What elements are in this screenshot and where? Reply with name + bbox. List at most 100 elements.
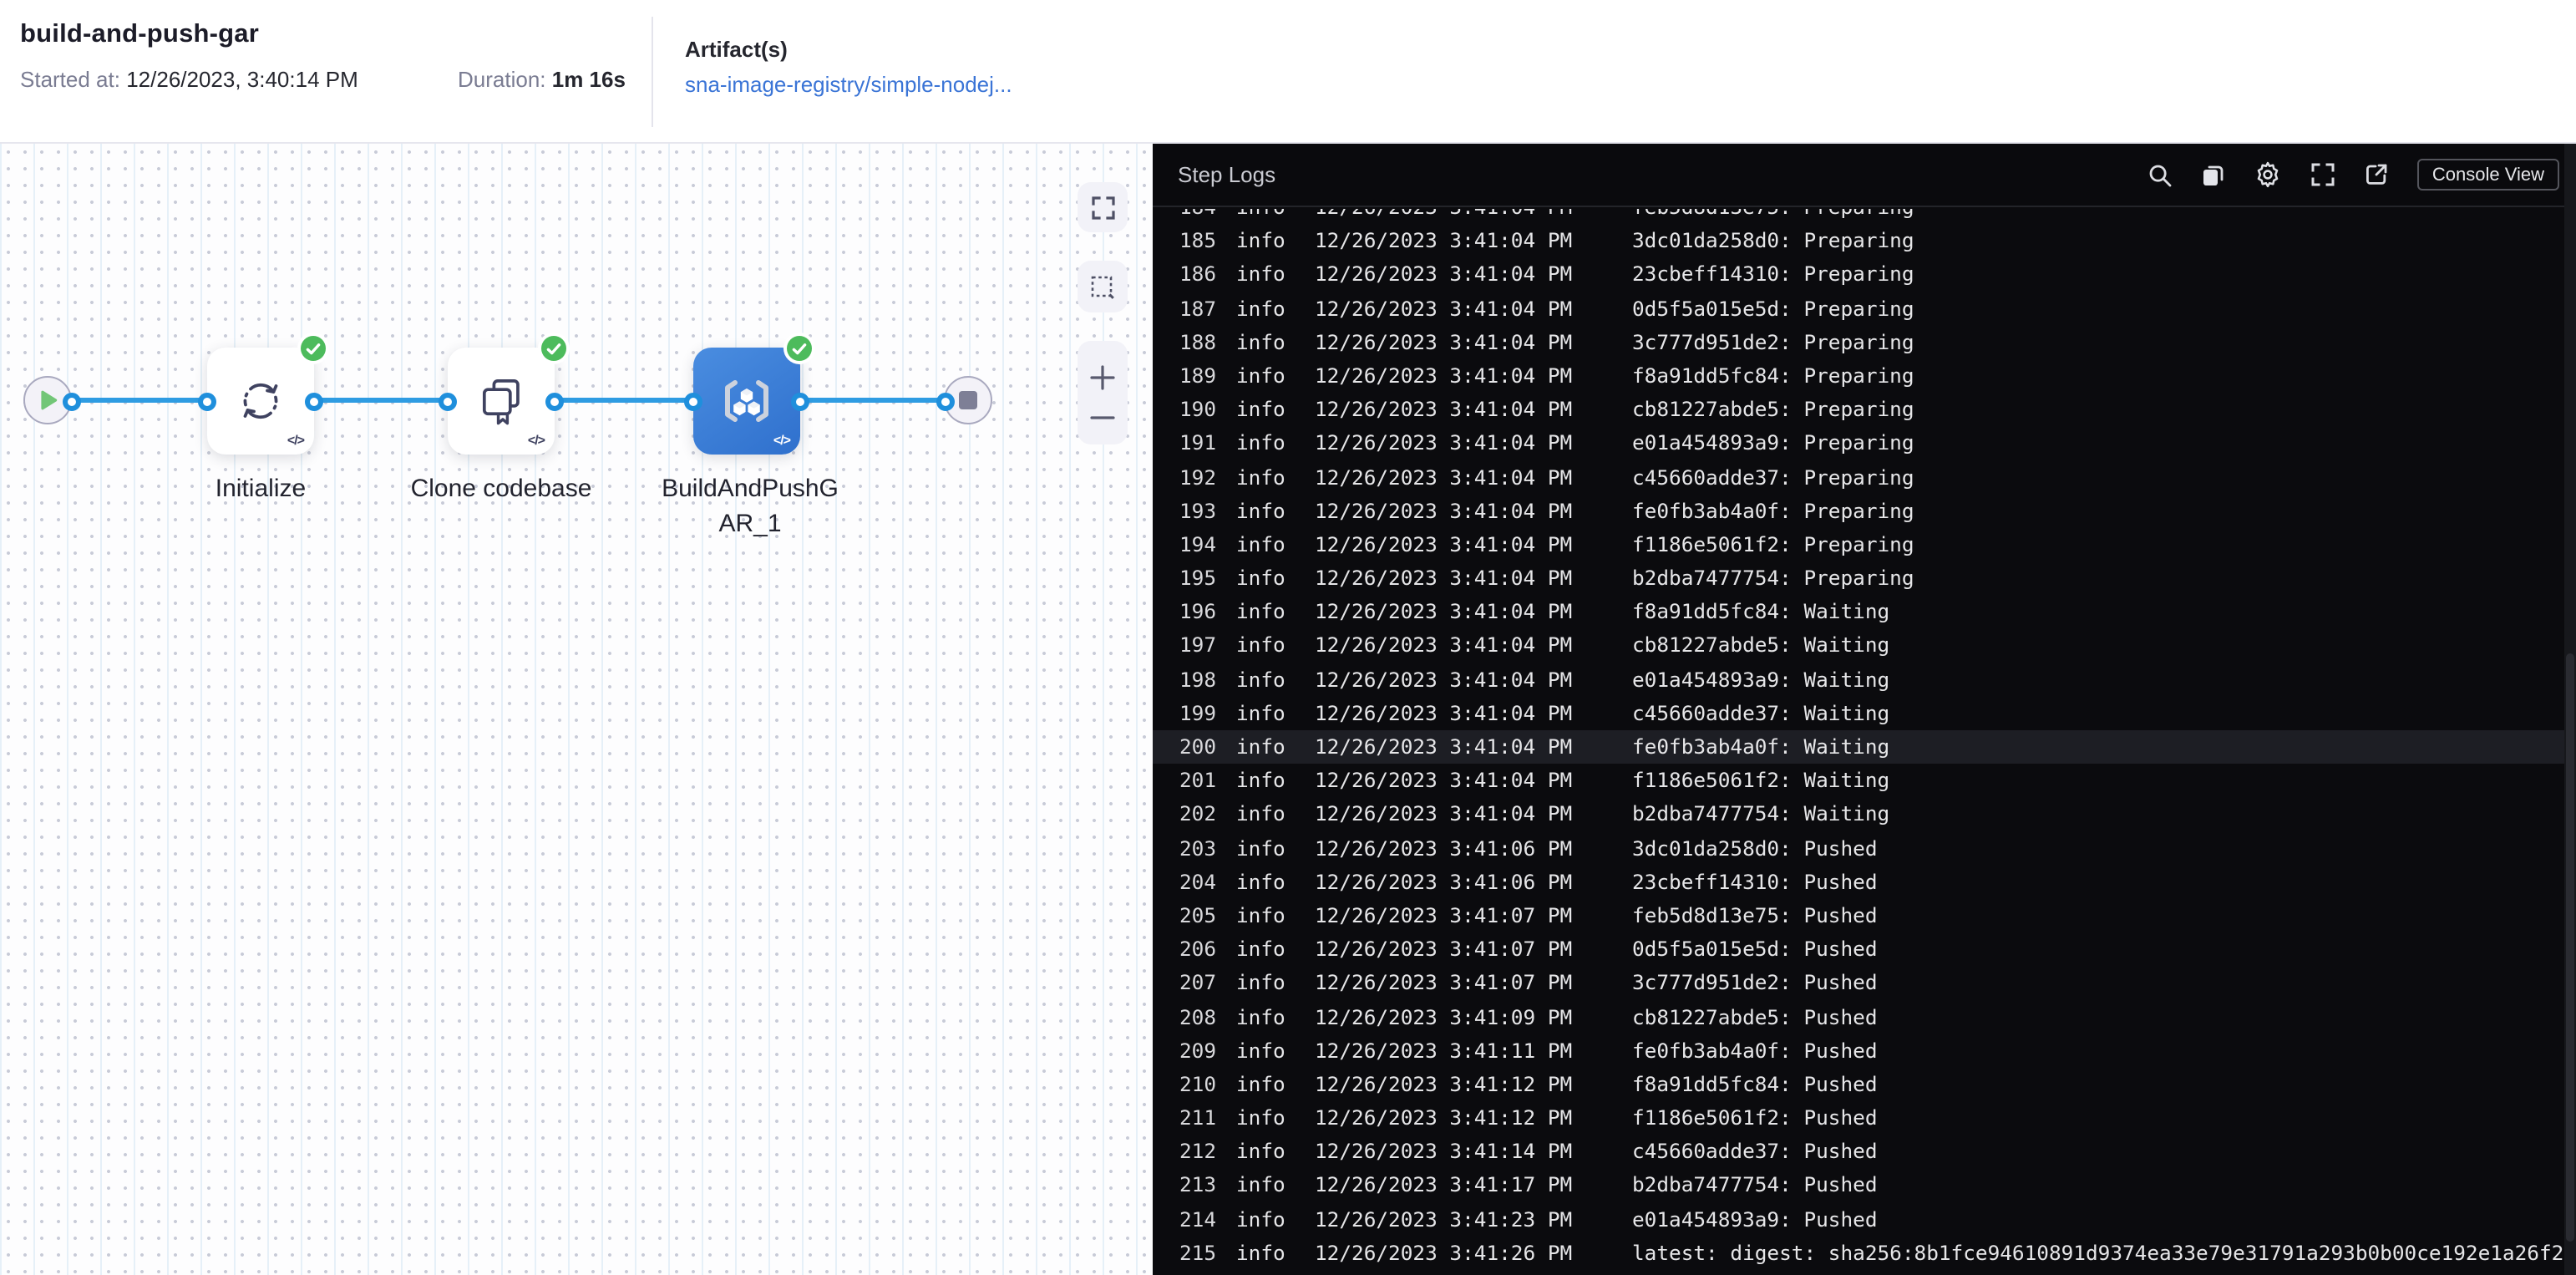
log-timestamp: 12/26/2023 3:41:04 PM: [1315, 532, 1573, 556]
log-row[interactable]: 196 info 12/26/2023 3:41:04 PM f8a91dd5fc84…: [1153, 596, 2576, 629]
log-row[interactable]: 215 info 12/26/2023 3:41:26 PM latest: dige…: [1153, 1237, 2576, 1270]
log-row[interactable]: 199 info 12/26/2023 3:41:04 PM c45660adde37…: [1153, 697, 2576, 730]
canvas-fullscreen-button[interactable]: [1078, 182, 1128, 232]
log-timestamp: 12/26/2023 3:41:04 PM: [1315, 330, 1573, 354]
code-step-icon: </>: [773, 433, 791, 448]
started-at-value: 12/26/2023, 3:40:14 PM: [126, 67, 358, 92]
step-label-build-and-push-gar: BuildAndPushGAR_1: [662, 475, 839, 538]
log-line-number: 187: [1179, 297, 1217, 321]
log-row[interactable]: 206 info 12/26/2023 3:41:07 PM 0d5f5a015e5d…: [1153, 932, 2576, 966]
log-level: info: [1236, 297, 1285, 321]
pipeline-canvas[interactable]: </> Initialize </> Clone codebase </> Bu…: [0, 144, 1153, 1275]
log-row[interactable]: 202 info 12/26/2023 3:41:04 PM b2dba7477754…: [1153, 798, 2576, 831]
log-row[interactable]: 184info12/26/2023 3:41:04 PMfeb5d8d13e75…: [1153, 209, 2576, 224]
log-timestamp: 12/26/2023 3:41:04 PM: [1315, 229, 1573, 253]
log-row[interactable]: 208 info 12/26/2023 3:41:09 PM cb81227abde5…: [1153, 1000, 2576, 1034]
log-message: e01a454893a9: Preparing: [1632, 431, 1914, 455]
header-divider: [652, 17, 653, 127]
log-row[interactable]: 193 info 12/26/2023 3:41:04 PM fe0fb3ab4a0f…: [1153, 494, 2576, 527]
log-line-number: 205: [1179, 903, 1217, 927]
step-node-build-and-push-gar[interactable]: </>: [693, 336, 812, 455]
log-timestamp: 12/26/2023 3:41:04 PM: [1315, 431, 1573, 455]
log-line-number: 204: [1179, 870, 1217, 894]
open-in-new-icon[interactable]: [2364, 162, 2389, 187]
artifact-link[interactable]: sna-image-registry/simple-nodej...: [685, 72, 1012, 97]
log-scroll-area[interactable]: 184info12/26/2023 3:41:04 PMfeb5d8d13e75…: [1153, 209, 2576, 1275]
canvas-marquee-select-button[interactable]: [1078, 261, 1128, 312]
log-row[interactable]: 204 info 12/26/2023 3:41:06 PM 23cbeff14310…: [1153, 866, 2576, 899]
log-level: info: [1236, 1140, 1285, 1164]
log-timestamp: 12/26/2023 3:41:04 PM: [1315, 398, 1573, 422]
log-row[interactable]: 194 info 12/26/2023 3:41:04 PM f1186e5061f2…: [1153, 528, 2576, 561]
log-row[interactable]: 201 info 12/26/2023 3:41:04 PM f1186e5061f2…: [1153, 764, 2576, 797]
settings-icon[interactable]: [2254, 160, 2282, 189]
log-timestamp: 12/26/2023 3:41:12 PM: [1315, 1072, 1573, 1096]
log-row[interactable]: 195 info 12/26/2023 3:41:04 PM b2dba7477754…: [1153, 561, 2576, 595]
log-row[interactable]: 188 info 12/26/2023 3:41:04 PM 3c777d951de2…: [1153, 326, 2576, 359]
log-line-number: 185: [1179, 229, 1217, 253]
log-level: info: [1236, 398, 1285, 422]
log-timestamp: 12/26/2023 3:41:07 PM: [1315, 971, 1573, 995]
log-line-number: 190: [1179, 398, 1217, 422]
log-message: b2dba7477754: Waiting: [1632, 802, 1890, 826]
marquee-select-icon: [1091, 275, 1114, 298]
zoom-in-icon[interactable]: [1089, 364, 1116, 391]
zoom-out-icon[interactable]: [1089, 414, 1116, 421]
log-row[interactable]: 214 info 12/26/2023 3:41:23 PM e01a454893a9…: [1153, 1202, 2576, 1236]
log-timestamp: 12/26/2023 3:41:04 PM: [1315, 262, 1573, 287]
log-row[interactable]: 192 info 12/26/2023 3:41:04 PM c45660adde37…: [1153, 460, 2576, 494]
log-line-number: 196: [1179, 600, 1217, 624]
log-row[interactable]: 191 info 12/26/2023 3:41:04 PM e01a454893a9…: [1153, 427, 2576, 460]
log-row[interactable]: 186 info 12/26/2023 3:41:04 PM 23cbeff14310…: [1153, 258, 2576, 292]
log-line-number: 208: [1179, 1005, 1217, 1029]
log-message: f1186e5061f2: Pushed: [1632, 1106, 1878, 1130]
log-timestamp: 12/26/2023 3:41:04 PM: [1315, 701, 1573, 725]
log-row[interactable]: 185 info 12/26/2023 3:41:04 PM 3dc01da258d0…: [1153, 224, 2576, 257]
log-line-number: 193: [1179, 499, 1217, 523]
log-message: 0d5f5a015e5d: Preparing: [1632, 297, 1914, 321]
step-node-clone-codebase[interactable]: </>: [448, 336, 566, 455]
search-icon[interactable]: [2148, 163, 2172, 186]
canvas-zoom-controls: [1078, 341, 1128, 444]
log-line-number: 214: [1179, 1207, 1217, 1232]
log-message: 23cbeff14310: Preparing: [1632, 262, 1914, 287]
log-timestamp: 12/26/2023 3:41:11 PM: [1315, 1039, 1573, 1063]
console-view-button[interactable]: Console View: [2416, 159, 2559, 190]
step-node-initialize[interactable]: </>: [207, 336, 326, 455]
page-title: build-and-push-gar: [20, 20, 260, 48]
log-row[interactable]: 210 info 12/26/2023 3:41:12 PM f8a91dd5fc84…: [1153, 1068, 2576, 1101]
log-message: c45660adde37: Preparing: [1632, 465, 1914, 489]
log-line-number: 213: [1179, 1173, 1217, 1197]
log-scrollbar-thumb[interactable]: [2566, 653, 2574, 1242]
log-message: feb5d8d13e75: Pushed: [1632, 903, 1878, 927]
log-row[interactable]: 207 info 12/26/2023 3:41:07 PM 3c777d951de2…: [1153, 967, 2576, 1000]
log-level: info: [1236, 802, 1285, 826]
artifacts-label: Artifact(s): [685, 37, 788, 62]
fullscreen-icon[interactable]: [2310, 162, 2335, 187]
log-row[interactable]: 211 info 12/26/2023 3:41:12 PM f1186e5061f2…: [1153, 1101, 2576, 1135]
log-row[interactable]: 200 info 12/26/2023 3:41:04 PM fe0fb3ab4a0f…: [1153, 730, 2576, 764]
log-row[interactable]: 190 info 12/26/2023 3:41:04 PM cb81227abde5…: [1153, 393, 2576, 426]
log-row[interactable]: 198 info 12/26/2023 3:41:04 PM e01a454893a9…: [1153, 663, 2576, 696]
log-line-number: 200: [1179, 735, 1217, 759]
log-message: f8a91dd5fc84: Pushed: [1632, 1072, 1878, 1096]
log-timestamp: 12/26/2023 3:41:26 PM: [1315, 1241, 1573, 1265]
log-row[interactable]: 187 info 12/26/2023 3:41:04 PM 0d5f5a015e5d…: [1153, 292, 2576, 325]
log-line-number: 191: [1179, 431, 1217, 455]
copy-icon[interactable]: [2200, 162, 2225, 187]
log-row[interactable]: 212 info 12/26/2023 3:41:14 PM c45660adde37…: [1153, 1135, 2576, 1169]
log-row[interactable]: 213 info 12/26/2023 3:41:17 PM b2dba7477754…: [1153, 1169, 2576, 1202]
log-scrollbar[interactable]: [2564, 144, 2576, 1275]
log-row[interactable]: 205 info 12/26/2023 3:41:07 PM feb5d8d13e75…: [1153, 899, 2576, 932]
log-row[interactable]: 197 info 12/26/2023 3:41:04 PM cb81227abde5…: [1153, 629, 2576, 663]
log-row[interactable]: 203 info 12/26/2023 3:41:06 PM 3dc01da258d0…: [1153, 831, 2576, 865]
log-message: cb81227abde5: Waiting: [1632, 633, 1890, 658]
log-row[interactable]: 189 info 12/26/2023 3:41:04 PM f8a91dd5fc84…: [1153, 359, 2576, 393]
log-level: info: [1236, 870, 1285, 894]
code-step-icon: </>: [527, 433, 545, 448]
log-timestamp: 12/26/2023 3:41:04 PM: [1315, 566, 1573, 591]
log-message: 0d5f5a015e5d: Pushed: [1632, 937, 1878, 962]
log-row[interactable]: 209 info 12/26/2023 3:41:11 PM fe0fb3ab4a0f…: [1153, 1034, 2576, 1067]
log-line-number: 199: [1179, 701, 1217, 725]
duration-label: Duration:: [458, 67, 546, 92]
